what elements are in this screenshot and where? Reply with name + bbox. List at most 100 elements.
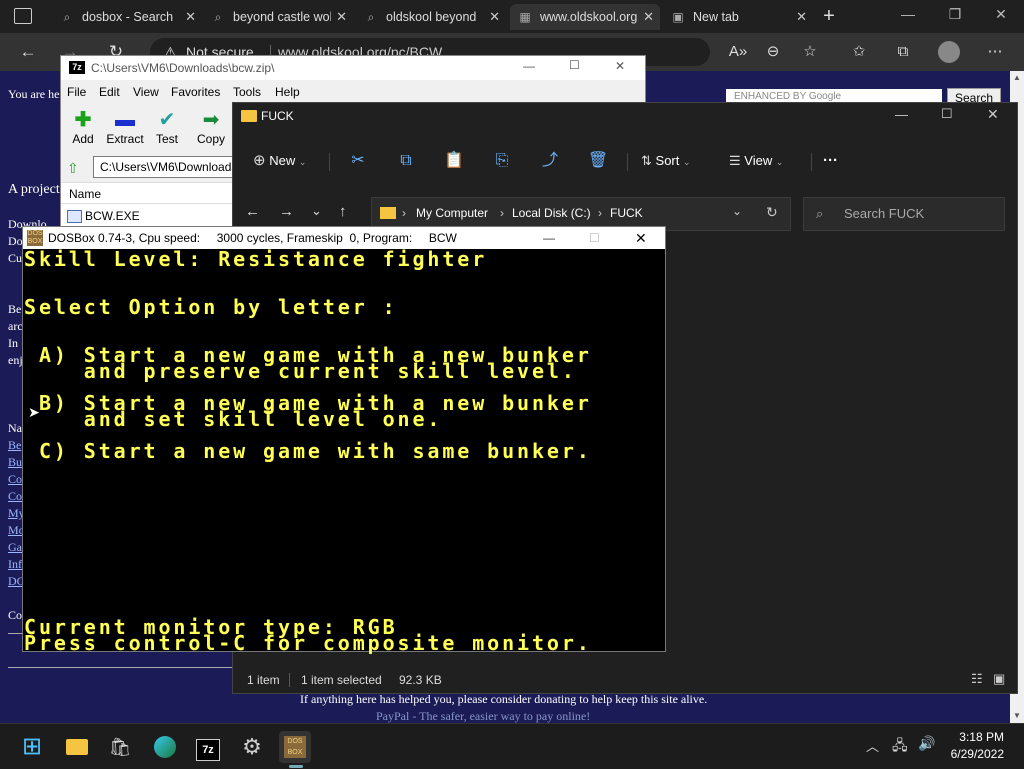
breadcrumb-item[interactable]: Local Disk (C:) (512, 206, 591, 220)
minimize-icon[interactable]: — (543, 227, 555, 249)
nav-link[interactable]: Ga (8, 540, 22, 555)
cut-icon[interactable]: ✂ (343, 147, 373, 175)
network-icon[interactable]: 🖧 (892, 735, 908, 759)
nav-link[interactable]: Inf (8, 557, 22, 572)
profile-avatar[interactable] (938, 41, 960, 63)
maximize-icon[interactable]: ☐ (589, 227, 600, 249)
tab-new-tab[interactable]: ▣ New tab ✕ (663, 4, 813, 30)
minimize-icon[interactable]: — (893, 6, 923, 22)
new-button[interactable]: ⊕ New ⌄ (253, 147, 306, 175)
name-column[interactable]: Name (69, 187, 101, 201)
nav-link[interactable]: Be (8, 438, 21, 453)
zoom-icon[interactable]: ⊖ (760, 41, 786, 63)
read-aloud-icon[interactable]: A» (725, 41, 751, 63)
refresh-icon[interactable]: ↻ (766, 204, 778, 221)
scroll-up-icon[interactable]: ▲ (1013, 73, 1021, 82)
add-button[interactable]: ✚ Add (61, 108, 105, 146)
nav-link[interactable]: Co (8, 489, 22, 504)
clock-time[interactable]: 3:18 PM (948, 730, 1004, 744)
sort-button[interactable]: ⇅ Sort ⌄ (641, 147, 691, 175)
option-b-line2: and set skill level one. (24, 407, 443, 431)
breadcrumb-item[interactable]: FUCK (610, 206, 643, 220)
copy-button[interactable]: ➡ Copy (189, 108, 233, 146)
option-c-line: C) Start a new game with same bunker. (24, 439, 592, 463)
close-window-icon[interactable]: ✕ (987, 106, 999, 123)
close-window-icon[interactable]: ✕ (635, 227, 647, 249)
recent-locations-icon[interactable]: ⌄ (311, 203, 322, 219)
share-icon[interactable]: ⤴ (535, 147, 565, 175)
menu-tools[interactable]: Tools (233, 85, 261, 99)
new-tab-button[interactable]: + (818, 4, 840, 28)
settings-icon[interactable]: ⚙ (236, 731, 268, 763)
back-icon[interactable]: ← (245, 203, 260, 220)
dosbox-title: DOSBox 0.74-3, Cpu speed: 3000 cycles, F… (48, 231, 457, 245)
minimize-icon[interactable]: — (523, 59, 535, 73)
favorites-icon[interactable]: ✩ (846, 41, 872, 63)
arrow-right-icon: ➡ (202, 109, 220, 131)
maximize-icon[interactable]: ☐ (941, 106, 953, 122)
breadcrumb-item[interactable]: My Computer (416, 206, 488, 220)
tab-beyond-castle[interactable]: ⌕ beyond castle wolfenstein ✕ (203, 4, 353, 30)
collections-icon[interactable]: ⧉ (890, 41, 916, 63)
show-hidden-icons[interactable]: ︿ (866, 736, 879, 755)
mouse-cursor-icon: ➤ (28, 404, 40, 420)
more-icon[interactable]: ⋯ (982, 41, 1008, 63)
close-tab-icon[interactable]: ✕ (185, 4, 196, 30)
close-tab-icon[interactable]: ✕ (643, 4, 654, 30)
edge-icon[interactable] (149, 731, 181, 763)
close-window-icon[interactable]: ✕ (986, 6, 1016, 23)
menu-favorites[interactable]: Favorites (171, 85, 220, 99)
close-window-icon[interactable]: ✕ (615, 59, 625, 73)
scroll-down-icon[interactable]: ▼ (1013, 711, 1021, 720)
menu-edit[interactable]: Edit (99, 85, 120, 99)
minimize-icon[interactable]: — (895, 107, 908, 122)
menu-file[interactable]: File (67, 85, 86, 99)
dosbox-screen[interactable]: Skill Level: Resistance fighter Select O… (23, 249, 665, 653)
paste-icon[interactable]: 📋 (439, 147, 469, 175)
option-a-line2: and preserve current skill level. (24, 359, 577, 383)
tab-oldskool-beyond[interactable]: ⌕ oldskool beyond ✕ (356, 4, 506, 30)
file-explorer-icon[interactable] (61, 731, 93, 763)
tab-actions-icon[interactable] (14, 8, 32, 24)
search-placeholder: Search FUCK (844, 206, 925, 221)
paypal-image[interactable]: PayPal - The safer, easier way to pay on… (376, 709, 590, 724)
rename-icon[interactable]: ⎘ (487, 147, 517, 175)
explorer-title: FUCK (261, 109, 294, 123)
more-options-button[interactable]: ··· (823, 147, 838, 175)
store-icon[interactable]: 🛍 (104, 731, 136, 763)
maximize-icon[interactable]: ☐ (569, 58, 580, 72)
up-icon[interactable]: ↑ (339, 203, 347, 220)
back-icon[interactable]: ← (16, 41, 40, 63)
minus-icon: ▬ (115, 109, 135, 131)
tab-dosbox-search[interactable]: ⌕ dosbox - Search ✕ (52, 4, 202, 30)
close-tab-icon[interactable]: ✕ (336, 4, 347, 30)
copy-icon[interactable]: ⧉ (391, 147, 421, 175)
view-button[interactable]: ☰ View ⌄ (729, 147, 783, 175)
tiles-view-icon[interactable]: ▣ (993, 671, 1005, 687)
chevron-down-icon: ⌄ (298, 157, 307, 167)
extract-button[interactable]: ▬ Extract (103, 108, 147, 146)
volume-icon[interactable]: 🔊 (918, 735, 935, 752)
clock-date[interactable]: 6/29/2022 (940, 747, 1004, 761)
nav-link[interactable]: Co (8, 472, 22, 487)
nav-link[interactable]: Bu (8, 455, 22, 470)
chevron-down-icon[interactable]: ⌄ (732, 204, 742, 218)
add-favorite-icon[interactable]: ☆ (797, 41, 823, 63)
forward-icon[interactable]: → (279, 203, 294, 220)
7zip-menu-bar: File Edit View Favorites Tools Help (61, 80, 645, 102)
close-tab-icon[interactable]: ✕ (796, 4, 807, 30)
explorer-search-input[interactable]: ⌕ Search FUCK (803, 197, 1005, 231)
up-folder-icon[interactable]: ⇧ (67, 160, 79, 177)
browser-tab-bar: ⌕ dosbox - Search ✕ ⌕ beyond castle wolf… (0, 0, 1024, 33)
close-tab-icon[interactable]: ✕ (489, 4, 500, 30)
restore-icon[interactable]: ❐ (940, 6, 970, 23)
menu-view[interactable]: View (133, 85, 159, 99)
7zip-icon[interactable]: 7z (192, 731, 224, 763)
dosbox-icon[interactable]: DOS BOX (279, 731, 311, 763)
delete-icon[interactable]: 🗑 (583, 147, 613, 175)
start-icon[interactable]: ⊞ (16, 731, 48, 763)
menu-help[interactable]: Help (275, 85, 300, 99)
tab-oldskool-site[interactable]: ▦ www.oldskool.org ✕ (510, 4, 660, 30)
details-view-icon[interactable]: ☷ (971, 671, 983, 687)
test-button[interactable]: ✔ Test (145, 108, 189, 146)
